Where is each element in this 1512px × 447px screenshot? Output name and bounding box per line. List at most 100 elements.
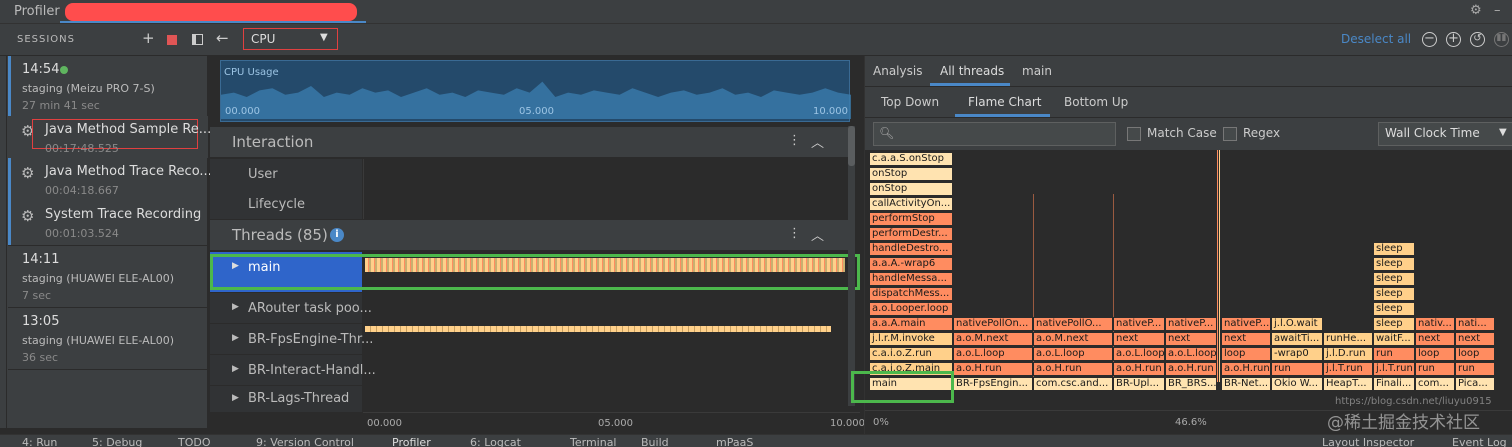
stop-icon[interactable] <box>167 35 177 45</box>
flame-frame[interactable]: sleep <box>1373 242 1415 256</box>
regex-checkbox[interactable] <box>1223 127 1237 141</box>
flame-frame[interactable]: j.l.T.run <box>1323 362 1373 376</box>
flame-frame[interactable]: com... <box>1415 377 1455 391</box>
flame-frame[interactable]: next <box>1455 332 1495 346</box>
tab-analysis[interactable]: Analysis <box>873 64 922 78</box>
tab-flame-chart[interactable]: Flame Chart <box>968 95 1041 109</box>
left-tool-strip[interactable] <box>0 56 7 428</box>
flame-frame[interactable]: a.o.L.loop <box>1033 347 1113 361</box>
flame-frame[interactable]: a.o.L.loop <box>953 347 1033 361</box>
flame-frame[interactable]: com.csc.and... <box>1033 377 1113 391</box>
lifecycle-track[interactable] <box>363 189 853 219</box>
tab-main[interactable]: main <box>1022 64 1052 78</box>
flame-frame[interactable]: nativeP... <box>1113 317 1165 331</box>
tool-tab-debug[interactable]: 5: Debug <box>92 436 142 447</box>
recording-item[interactable]: ⚙ System Trace Recording 00:01:03.524 <box>8 201 208 243</box>
tool-tab-run[interactable]: 4: Run <box>22 436 57 447</box>
flame-frame[interactable]: BR_BRS... <box>1165 377 1217 391</box>
flame-frame[interactable]: handleDestro... <box>869 242 953 256</box>
flame-frame[interactable]: j.l.O.wait <box>1271 317 1323 331</box>
collapse-icon[interactable]: ︿ <box>811 225 824 244</box>
collapse-panel-icon[interactable] <box>192 34 203 45</box>
flame-frame[interactable]: j.l.D.run <box>1323 347 1373 361</box>
flame-frame[interactable]: c.a.a.S.onStop <box>869 152 953 166</box>
flame-frame[interactable]: a.a.A.-wrap6 <box>869 257 953 271</box>
flame-frame[interactable]: dispatchMess... <box>869 287 953 301</box>
flame-frame[interactable]: sleep <box>1373 302 1415 316</box>
flame-frame[interactable]: next <box>1165 332 1217 346</box>
flame-frame[interactable]: Okio W... <box>1271 377 1323 391</box>
expand-arrow-icon[interactable]: ▶ <box>232 393 239 403</box>
track-label-lifecycle[interactable]: Lifecycle <box>210 189 362 219</box>
minimize-icon[interactable]: – <box>1494 3 1501 18</box>
scrollbar-thumb[interactable] <box>848 126 855 166</box>
flame-frame[interactable]: Finali... <box>1373 377 1415 391</box>
flame-frame[interactable]: j.l.T.run <box>1373 362 1415 376</box>
tool-tab-logcat[interactable]: 6: Logcat <box>470 436 521 447</box>
vertical-scrollbar[interactable] <box>848 126 855 406</box>
flame-frame[interactable]: -wrap0 <box>1271 347 1323 361</box>
user-track[interactable] <box>363 159 853 189</box>
flame-frame[interactable]: run <box>1455 362 1495 376</box>
session-item[interactable]: 14:54 staging (Meizu PRO 7-S) 27 min 41 … <box>8 56 212 246</box>
flame-frame[interactable]: BR-FpsEngin... <box>953 377 1033 391</box>
add-session-icon[interactable]: + <box>142 29 155 47</box>
flame-frame[interactable]: onStop <box>869 182 953 196</box>
search-input[interactable]: 🔍︎ <box>873 122 1116 146</box>
flame-frame[interactable]: a.o.H.run <box>1113 362 1165 376</box>
tool-tab-vcs[interactable]: 9: Version Control <box>256 436 354 447</box>
flame-frame[interactable]: nativeP... <box>1165 317 1217 331</box>
flame-frame[interactable]: a.o.L.loop <box>1113 347 1165 361</box>
flame-frame[interactable]: HeapT... <box>1323 377 1373 391</box>
expand-arrow-icon[interactable]: ▶ <box>232 333 239 343</box>
flame-frame[interactable]: callActivityOn... <box>869 197 953 211</box>
flame-frame[interactable]: awaitTi... <box>1271 332 1323 346</box>
flame-frame[interactable]: waitF... <box>1373 332 1415 346</box>
flame-frame[interactable]: performStop <box>869 212 953 226</box>
flame-frame[interactable]: a.a.A.main <box>869 317 953 331</box>
flame-frame[interactable]: BR-Net... <box>1221 377 1271 391</box>
back-arrow-icon[interactable]: ← <box>216 29 229 47</box>
recording-item[interactable]: ⚙ Java Method Trace Reco... 00:04:18.667 <box>8 158 212 200</box>
flame-frame[interactable]: next <box>1113 332 1165 346</box>
deselect-all-link[interactable]: Deselect all <box>1341 32 1411 46</box>
flame-frame[interactable]: nati... <box>1455 317 1495 331</box>
flame-frame[interactable]: a.o.H.run <box>953 362 1033 376</box>
tab-bottom-up[interactable]: Bottom Up <box>1064 95 1128 109</box>
tool-tab-event-log[interactable]: Event Log <box>1452 436 1507 447</box>
cpu-usage-chart[interactable]: CPU Usage 00.000 05.000 10.000 <box>220 60 851 122</box>
flame-frame[interactable]: sleep <box>1373 272 1415 286</box>
flame-frame[interactable]: run <box>1271 362 1323 376</box>
collapse-icon[interactable]: ︿ <box>811 132 824 151</box>
flame-frame[interactable]: c.a.i.o.Z.run <box>869 347 953 361</box>
thread-row-label[interactable]: ▶ BR-Lags-Thread <box>210 386 362 412</box>
redacted-tab[interactable] <box>65 3 357 21</box>
flame-frame[interactable]: BR-Upl... <box>1113 377 1165 391</box>
flame-frame[interactable]: nativePollOn... <box>953 317 1033 331</box>
flame-frame[interactable]: a.o.M.next <box>1033 332 1113 346</box>
flame-frame[interactable]: a.o.H.run <box>1033 362 1113 376</box>
flame-frame[interactable]: sleep <box>1373 257 1415 271</box>
zoom-out-icon[interactable]: − <box>1422 32 1437 47</box>
thread-row-label[interactable]: ▶ BR-FpsEngine-Thr... <box>210 324 373 354</box>
thread-track[interactable] <box>363 324 853 354</box>
tool-tab-todo[interactable]: TODO <box>178 436 211 447</box>
reset-zoom-icon[interactable]: ↺ <box>1470 32 1485 47</box>
flame-chart[interactable]: main c.a.i.o.Z.main c.a.i.o.Z.run j.l.r.M.i… <box>865 150 1512 408</box>
flame-frame[interactable]: nativ... <box>1415 317 1455 331</box>
more-options-icon[interactable]: ⋮ <box>788 226 801 241</box>
flame-frame[interactable]: loop <box>1455 347 1495 361</box>
expand-arrow-icon[interactable]: ▶ <box>232 302 239 312</box>
flame-frame[interactable]: nativePollO... <box>1033 317 1113 331</box>
gear-icon[interactable]: ⚙ <box>1470 3 1482 18</box>
flame-frame[interactable]: next <box>1221 332 1271 346</box>
flame-frame[interactable]: runHe... <box>1323 332 1373 346</box>
session-item[interactable]: 13:05 staging (HUAWEI ELE-AL00) 36 sec <box>8 308 208 370</box>
session-item[interactable]: 14:11 staging (HUAWEI ELE-AL00) 7 sec <box>8 246 208 308</box>
more-options-icon[interactable]: ⋮ <box>788 133 801 148</box>
flame-frame[interactable]: Pica... <box>1455 377 1495 391</box>
recording-item[interactable]: ⚙ Java Method Sample Re... 00:17:48.525 <box>8 116 211 158</box>
tool-tab-build[interactable]: Build <box>641 436 669 447</box>
tab-all-threads[interactable]: All threads <box>940 64 1004 78</box>
expand-arrow-icon[interactable]: ▶ <box>232 364 239 374</box>
